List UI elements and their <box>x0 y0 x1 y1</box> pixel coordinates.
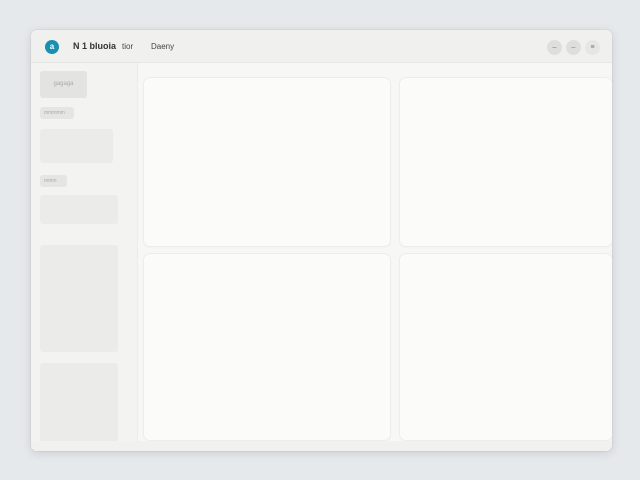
content-panel-1[interactable] <box>144 78 390 246</box>
menu-icon[interactable]: ≡ <box>585 40 600 55</box>
sidebar: gagaga mmmmm mmm <box>31 63 138 451</box>
maximize-icon[interactable]: – <box>566 40 581 55</box>
sidebar-button[interactable]: gagaga <box>40 71 87 98</box>
sidebar-block-4[interactable] <box>40 363 118 451</box>
status-strip <box>31 441 612 451</box>
content-panel-4[interactable] <box>400 254 612 440</box>
minimize-icon[interactable]: – <box>547 40 562 55</box>
app-logo-icon[interactable]: a <box>45 40 59 54</box>
sidebar-section-chip-2[interactable]: mmm <box>40 175 67 187</box>
app-window: a N 1 bluoia tior Daeny – – ≡ gagaga mmm… <box>31 30 612 451</box>
content-panel-3[interactable] <box>144 254 390 440</box>
sidebar-block-1[interactable] <box>40 129 113 163</box>
app-title: N 1 bluoia <box>73 41 117 51</box>
sidebar-block-3[interactable] <box>40 245 118 352</box>
menu-item-1[interactable]: tior <box>122 42 133 51</box>
menu-item-2[interactable]: Daeny <box>151 42 174 51</box>
sidebar-section-chip-1[interactable]: mmmmm <box>40 107 74 119</box>
content-panel-2[interactable] <box>400 78 612 246</box>
sidebar-block-2[interactable] <box>40 195 118 224</box>
title-bar: a N 1 bluoia tior Daeny – – ≡ <box>31 30 612 63</box>
